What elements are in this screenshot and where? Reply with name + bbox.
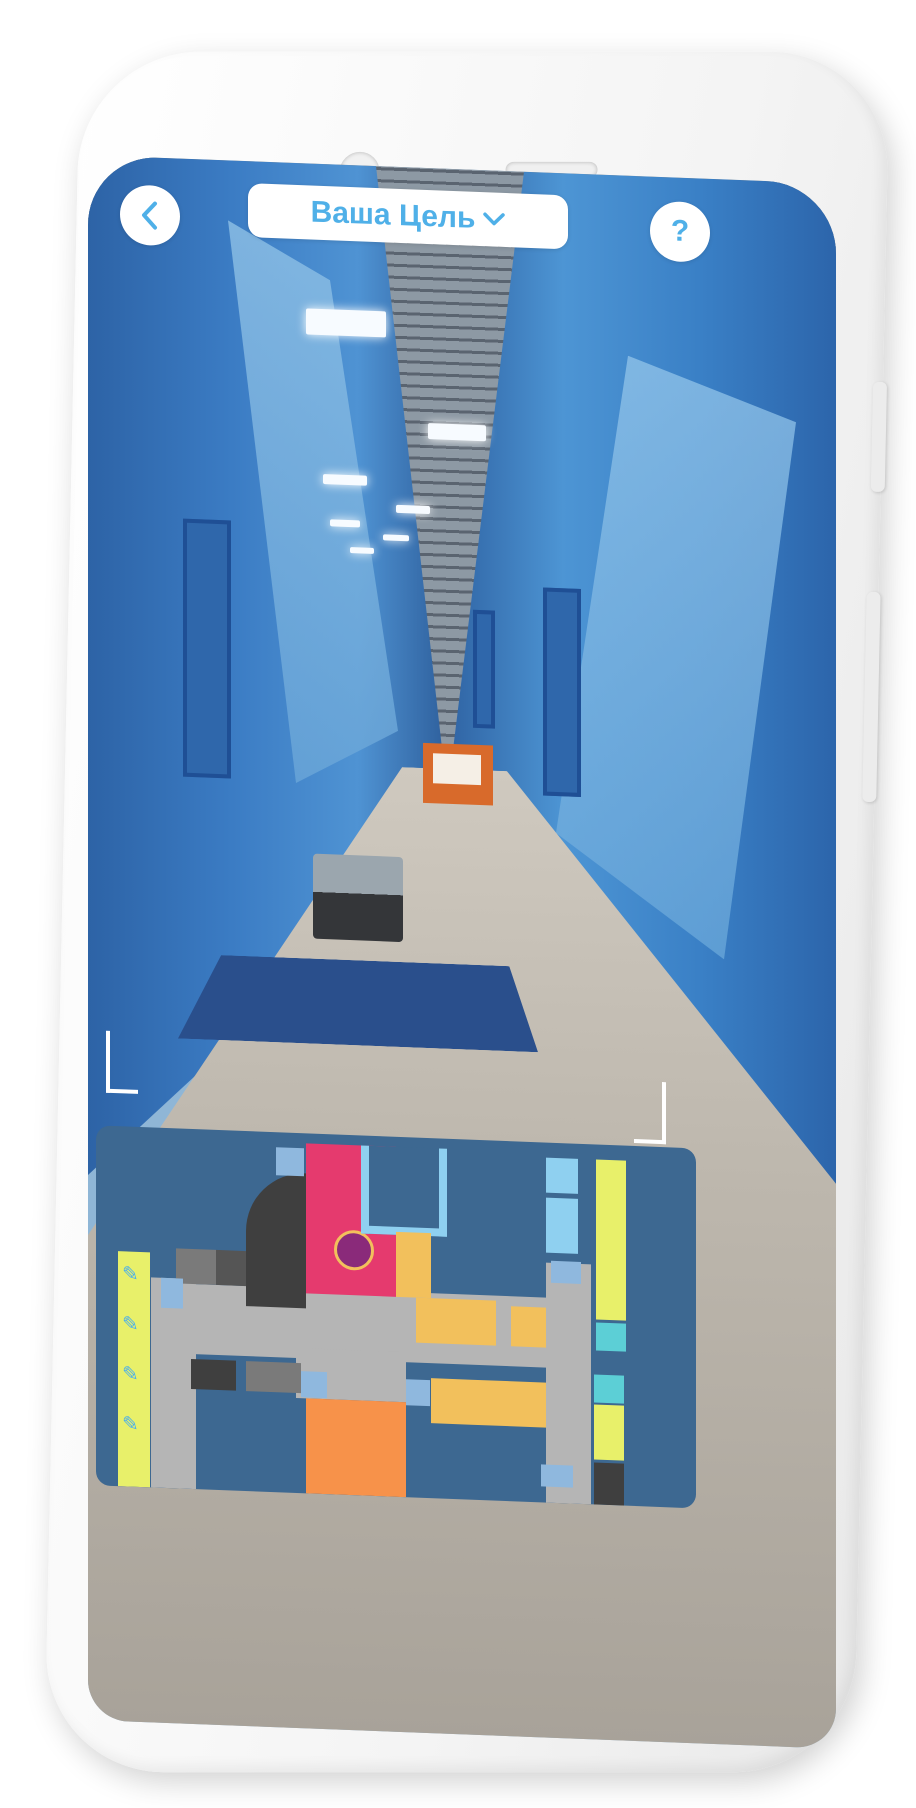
ceiling-lamp: [330, 519, 360, 528]
room: [246, 1171, 306, 1309]
corridor-door: [473, 609, 495, 729]
room: [594, 1462, 624, 1506]
help-label: ?: [670, 214, 690, 249]
hall-room: [306, 1398, 406, 1498]
room: [594, 1374, 624, 1404]
room: [416, 1297, 456, 1345]
room: [471, 1379, 511, 1427]
phone-side-button: [862, 591, 881, 802]
room: [511, 1381, 546, 1428]
ceiling-lamp: [323, 474, 367, 486]
app-screen: Ваша Цель ? ✎ ✎ ✎ ✎: [88, 155, 836, 1749]
stairs-icon: [276, 1147, 304, 1177]
corridor-far-window: [433, 753, 481, 786]
ceiling-lamp: [350, 547, 374, 554]
scan-frame-corner-right: [634, 1080, 666, 1145]
corridor-door: [543, 587, 581, 797]
chevron-left-icon: [142, 201, 157, 230]
room: [396, 1231, 431, 1299]
ruler-pencil-icon: ✎: [122, 1263, 139, 1286]
floor-minimap[interactable]: ✎ ✎ ✎ ✎: [96, 1125, 696, 1509]
ceiling-lamp: [306, 308, 386, 338]
ceiling-lamp: [396, 504, 430, 515]
room: [546, 1157, 578, 1194]
sofa: [313, 853, 403, 943]
ruler-pencil-icon: ✎: [122, 1413, 139, 1436]
room: [361, 1145, 447, 1237]
ruler-pencil-icon: ✎: [122, 1313, 139, 1336]
room: [596, 1322, 626, 1352]
room: [596, 1159, 626, 1321]
camera-view: [88, 155, 836, 1749]
scan-frame-corner-left: [106, 1030, 138, 1094]
phone-side-button: [870, 381, 888, 492]
stairs-icon: [406, 1379, 430, 1407]
room: [216, 1249, 246, 1287]
corridor: [151, 1277, 196, 1490]
stairs-icon: [551, 1260, 581, 1284]
ceiling-lamp: [428, 423, 486, 442]
room: [191, 1358, 236, 1391]
room: [246, 1361, 301, 1394]
room: [546, 1197, 578, 1254]
stairs-icon: [161, 1277, 183, 1309]
room: [456, 1299, 496, 1346]
floor-mat: [178, 953, 538, 1052]
room: [511, 1306, 546, 1348]
stairs-icon: [541, 1464, 573, 1488]
chevron-down-icon: [483, 212, 506, 226]
stairs-icon: [301, 1371, 327, 1399]
corridor-door: [183, 518, 231, 779]
room: [594, 1404, 624, 1461]
theatre-masks-icon: [334, 1229, 374, 1271]
ceiling-lamp: [383, 534, 409, 542]
ruler-pencil-icon: ✎: [122, 1363, 139, 1386]
target-label: Ваша Цель: [310, 195, 476, 235]
room: [431, 1378, 471, 1425]
